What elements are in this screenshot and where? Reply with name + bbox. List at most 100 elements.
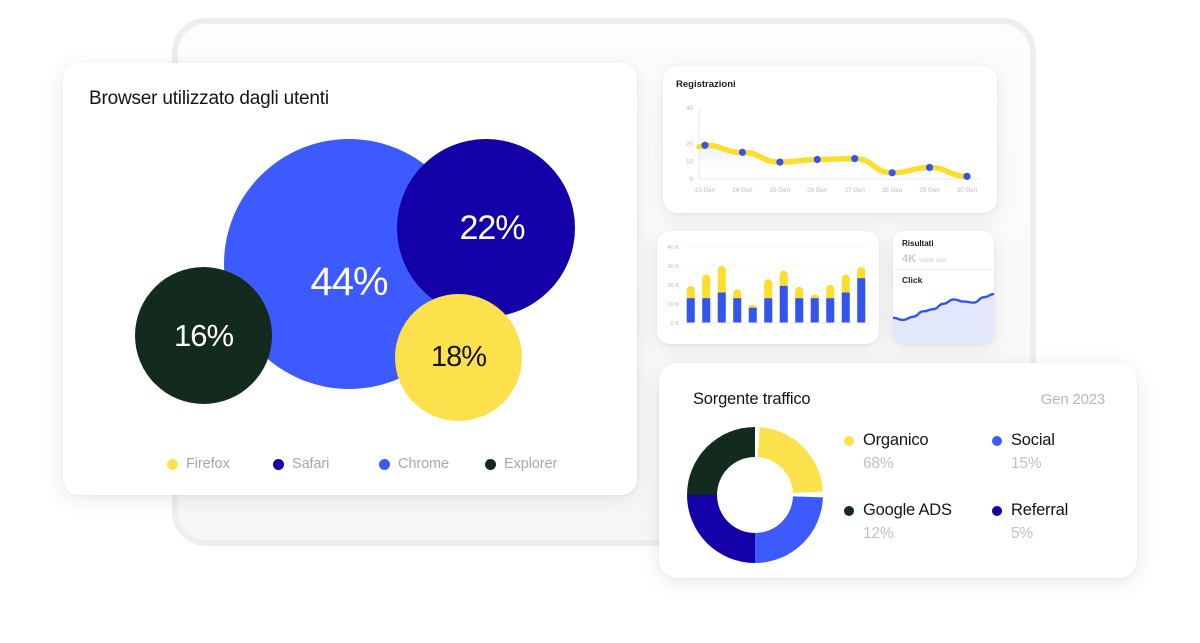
- bubble-explorer-value: 16%: [173, 317, 234, 353]
- results-card: Risultati 4K visite sito Click: [893, 231, 994, 344]
- bar-segment-base[interactable]: [826, 298, 835, 323]
- bar-segment-extra[interactable]: [702, 274, 711, 301]
- bubble-explorer[interactable]: 16%: [135, 267, 272, 404]
- donut-segment-social[interactable]: [755, 496, 823, 563]
- y-tick-label: 20 K: [667, 283, 679, 289]
- results-title: Risultati: [902, 239, 934, 248]
- bar-segment-base[interactable]: [857, 278, 866, 323]
- y-tick-label: 0: [690, 176, 694, 183]
- bar-segment-base[interactable]: [748, 307, 757, 323]
- donut-segment-organico[interactable]: [757, 427, 823, 494]
- y-tick-label: 0 K: [671, 321, 680, 327]
- bar-series: [686, 266, 866, 324]
- x-tick-label: 30 Gen: [957, 187, 978, 194]
- traffic-legend: Organico 68% Social 15% Google ADS 12% R…: [844, 431, 1116, 543]
- stacked-bar-card: 0 K 10 K 20 K 30 K 40 K: [657, 231, 879, 344]
- data-point[interactable]: [813, 155, 821, 164]
- legend-item-explorer[interactable]: Explorer: [485, 456, 589, 472]
- bar-segment-extra[interactable]: [764, 279, 773, 301]
- results-click-label: Click: [902, 275, 923, 285]
- traffic-donut-chart: [687, 427, 823, 563]
- data-point[interactable]: [851, 154, 859, 163]
- traffic-legend-item-referral[interactable]: Referral 5%: [992, 501, 1116, 543]
- y-tick-label: 40 K: [667, 245, 679, 251]
- x-tick-label: 25 Gen: [770, 187, 791, 194]
- x-tick-label: 28 Gen: [882, 187, 903, 194]
- bar-segment-base[interactable]: [795, 298, 804, 323]
- browser-card-title: Browser utilizzato dagli utenti: [89, 88, 329, 109]
- traffic-legend-label: Referral: [1011, 501, 1069, 519]
- data-point[interactable]: [738, 148, 747, 156]
- registrations-x-ticks: 23 Gen 24 Gen 25 Gen 26 Gen 27 Gen 28 Gen 29 G…: [695, 187, 978, 194]
- browser-usage-card: Browser utilizzato dagli utenti 44% 22% …: [63, 63, 637, 495]
- bubble-firefox-value: 18%: [430, 341, 487, 373]
- traffic-legend-label: Google ADS: [863, 501, 952, 519]
- bar-segment-extra[interactable]: [841, 274, 850, 295]
- y-tick-label: 30 K: [667, 264, 679, 270]
- bar-segment-base[interactable]: [733, 298, 742, 323]
- data-point[interactable]: [925, 163, 934, 172]
- x-tick-label: 23 Gen: [695, 187, 716, 194]
- y-tick-label: 40: [686, 105, 693, 112]
- legend-dot-icon: [992, 505, 1002, 516]
- registrations-card: Registrazioni 0 10 20 40 23 Gen 24 Gen 25 Gen…: [663, 66, 997, 213]
- bar-gridlines: [683, 246, 869, 305]
- bubble-firefox[interactable]: 18%: [395, 294, 522, 421]
- bar-segment-base[interactable]: [717, 292, 726, 324]
- traffic-source-card: Sorgente traffico Gen 2023 Organico 68% …: [659, 363, 1137, 578]
- data-point[interactable]: [776, 158, 784, 166]
- donut-segment-referral[interactable]: [687, 495, 755, 563]
- legend-dot-icon: [992, 435, 1002, 446]
- donut-segment-google-ads[interactable]: [687, 427, 755, 495]
- registrations-title: Registrazioni: [676, 79, 736, 90]
- legend-dot-icon: [379, 458, 390, 470]
- traffic-legend-item-social[interactable]: Social 15%: [992, 431, 1116, 473]
- x-tick-label: 26 Gen: [807, 187, 828, 194]
- legend-dot-icon: [844, 435, 854, 446]
- bar-segment-base[interactable]: [841, 292, 850, 324]
- click-sparkline: [893, 292, 994, 344]
- traffic-legend-item-google-ads[interactable]: Google ADS 12%: [844, 501, 992, 543]
- x-tick-label: 24 Gen: [732, 187, 753, 194]
- bubble-chrome-value: 44%: [310, 259, 388, 304]
- legend-label: Firefox: [186, 456, 230, 472]
- traffic-title: Sorgente traffico: [693, 390, 811, 408]
- bar-segment-base[interactable]: [810, 298, 819, 323]
- y-tick-label: 10 K: [667, 302, 679, 308]
- y-tick-label: 10: [686, 158, 693, 165]
- traffic-legend-value: 12%: [863, 525, 894, 542]
- x-tick-label: 27 Gen: [845, 187, 866, 194]
- bar-segment-extra[interactable]: [779, 270, 788, 288]
- traffic-legend-label: Organico: [863, 431, 929, 449]
- bar-segment-base[interactable]: [686, 298, 695, 323]
- legend-dot-icon: [844, 505, 854, 516]
- traffic-period: Gen 2023: [1040, 391, 1105, 408]
- legend-label: Chrome: [398, 456, 449, 472]
- bar-segment-base[interactable]: [779, 285, 788, 323]
- traffic-legend-label: Social: [1011, 431, 1055, 449]
- traffic-legend-item-organico[interactable]: Organico 68%: [844, 431, 992, 473]
- data-point[interactable]: [888, 169, 896, 177]
- legend-label: Explorer: [504, 456, 558, 472]
- legend-item-firefox[interactable]: Firefox: [167, 456, 271, 472]
- bar-segment-extra[interactable]: [686, 285, 695, 301]
- y-tick-label: 20: [686, 141, 693, 148]
- stacked-bar-chart: 0 K 10 K 20 K 30 K 40 K: [667, 245, 869, 327]
- data-point[interactable]: [963, 172, 971, 180]
- results-metric-label: visite sito: [919, 257, 946, 264]
- legend-item-safari[interactable]: Safari: [273, 456, 377, 472]
- registrations-y-ticks: 0 10 20 40: [686, 105, 693, 183]
- bubble-safari[interactable]: 22%: [397, 139, 575, 317]
- bar-segment-base[interactable]: [702, 298, 711, 323]
- registrations-line-chart: 0 10 20 40 23 Gen 24 Gen 25 Gen 26 Gen 27 Gen 28…: [686, 105, 979, 194]
- data-point[interactable]: [701, 141, 709, 149]
- bubble-safari-value: 22%: [459, 208, 525, 247]
- bar-segment-extra[interactable]: [717, 266, 726, 295]
- results-divider: [893, 269, 994, 270]
- donut-segments: [687, 427, 823, 563]
- bar-segment-extra[interactable]: [826, 285, 835, 301]
- bar-segment-base[interactable]: [764, 298, 773, 323]
- legend-item-chrome[interactable]: Chrome: [379, 456, 483, 472]
- dashboard-illustration: Browser utilizzato dagli utenti 44% 22% …: [0, 0, 1200, 643]
- traffic-legend-value: 68%: [863, 455, 894, 472]
